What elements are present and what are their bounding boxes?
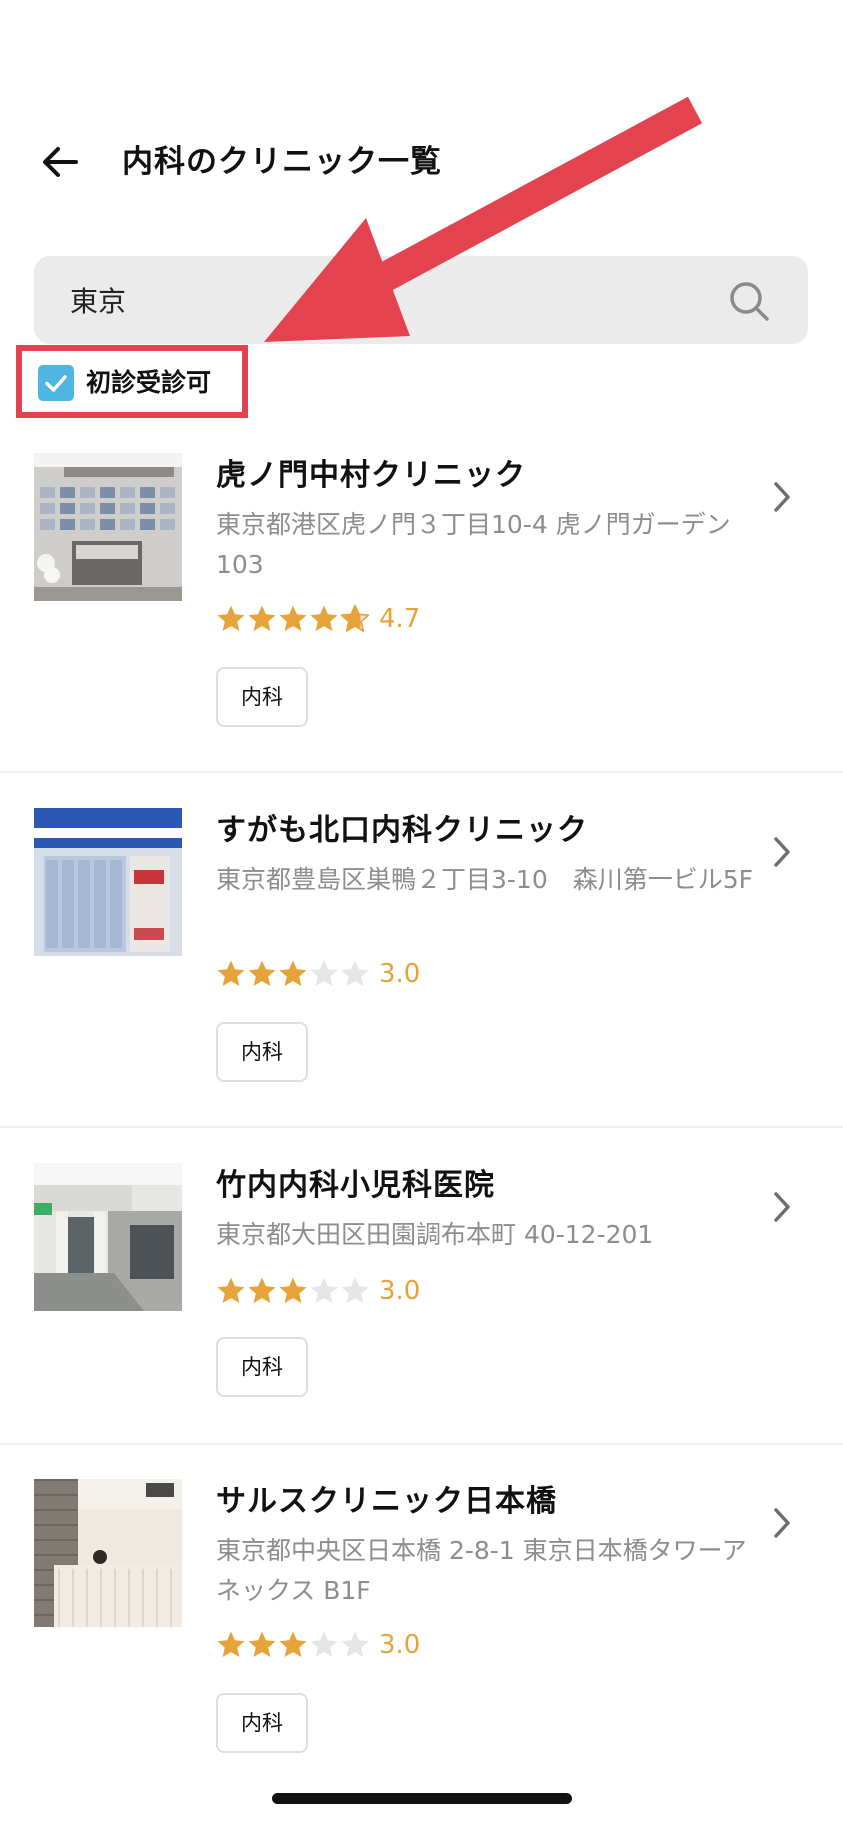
search-input[interactable]	[70, 256, 710, 344]
rating-value: 3.0	[379, 1276, 421, 1306]
star-filled-icon	[278, 604, 308, 634]
list-divider	[0, 771, 843, 773]
chevron-right-icon[interactable]	[768, 1505, 796, 1541]
first-visit-filter-label: 初診受診可	[86, 368, 212, 397]
home-indicator	[272, 1793, 572, 1804]
app-header: 内科のクリニック一覧	[0, 0, 843, 240]
check-icon	[45, 375, 67, 392]
clinic-address: 東京都中央区日本橋 2-8-1 東京日本橋タワーアネックス B1F	[216, 1536, 747, 1605]
rating-value: 3.0	[379, 1630, 421, 1660]
star-empty-icon	[309, 1276, 339, 1306]
chevron-right-icon[interactable]	[768, 834, 796, 870]
clinic-photo	[34, 1163, 182, 1311]
rating-stars: 4.7	[216, 603, 420, 639]
clinic-thumbnail	[34, 1479, 182, 1627]
clinic-thumbnail	[34, 808, 182, 956]
page-title: 内科のクリニック一覧	[122, 144, 442, 180]
star-empty-icon	[340, 1630, 370, 1660]
clinic-name: 虎ノ門中村クリニック	[216, 458, 526, 493]
star-filled-icon	[216, 604, 246, 634]
star-half-icon	[340, 604, 370, 634]
rating-stars: 3.0	[216, 958, 420, 994]
star-empty-icon	[309, 1630, 339, 1660]
clinic-photo	[34, 1479, 182, 1627]
clinic-name: 竹内内科小児科医院	[216, 1168, 495, 1203]
department-tag[interactable]: 内科	[216, 667, 308, 727]
department-tag[interactable]: 内科	[216, 1022, 308, 1082]
star-filled-icon	[247, 1630, 277, 1660]
search-icon[interactable]	[728, 280, 770, 322]
clinic-photo	[34, 808, 182, 956]
star-filled-icon	[309, 604, 339, 634]
clinic-thumbnail	[34, 453, 182, 601]
search-bar[interactable]	[34, 256, 808, 344]
star-filled-icon	[216, 1630, 246, 1660]
first-visit-checkbox[interactable]	[38, 365, 74, 401]
chevron-right-icon[interactable]	[768, 1189, 796, 1225]
rating-stars: 3.0	[216, 1629, 420, 1665]
clinic-photo	[34, 453, 182, 601]
clinic-list-item[interactable]: 竹内内科小児科医院東京都大田区田園調布本町 40-12-201 3.0 内科	[0, 1163, 843, 1517]
first-visit-filter-highlight: 初診受診可	[16, 345, 248, 418]
list-divider	[0, 1443, 843, 1445]
star-filled-icon	[247, 604, 277, 634]
star-filled-icon	[216, 959, 246, 989]
department-tag[interactable]: 内科	[216, 1337, 308, 1397]
clinic-list-item[interactable]: 虎ノ門中村クリニック東京都港区虎ノ門３丁目10-4 虎ノ門ガーデン103 4.7 内…	[0, 453, 843, 807]
clinic-list-item[interactable]: すがも北口内科クリニック東京都豊島区巣鴨２丁目3-10 森川第一ビル5F 3.0 内…	[0, 808, 843, 1162]
star-filled-icon	[247, 959, 277, 989]
star-empty-icon	[340, 959, 370, 989]
star-empty-icon	[309, 959, 339, 989]
department-tag[interactable]: 内科	[216, 1693, 308, 1753]
clinic-list-item[interactable]: サルスクリニック日本橋東京都中央区日本橋 2-8-1 東京日本橋タワーアネックス…	[0, 1479, 843, 1824]
star-empty-icon	[340, 1276, 370, 1306]
clinic-address: 東京都豊島区巣鴨２丁目3-10 森川第一ビル5F	[216, 865, 754, 894]
rating-stars: 3.0	[216, 1275, 420, 1311]
star-filled-icon	[278, 1630, 308, 1660]
star-filled-icon	[216, 1276, 246, 1306]
star-filled-icon	[278, 959, 308, 989]
clinic-name: すがも北口内科クリニック	[216, 813, 588, 848]
list-divider	[0, 1126, 843, 1128]
chevron-right-icon[interactable]	[768, 479, 796, 515]
clinic-thumbnail	[34, 1163, 182, 1311]
star-filled-icon	[247, 1276, 277, 1306]
clinic-name: サルスクリニック日本橋	[216, 1484, 557, 1519]
rating-value: 3.0	[379, 959, 421, 989]
star-filled-icon	[278, 1276, 308, 1306]
clinic-address: 東京都港区虎ノ門３丁目10-4 虎ノ門ガーデン103	[216, 510, 731, 579]
rating-value: 4.7	[379, 604, 421, 634]
arrow-left-icon[interactable]	[36, 138, 84, 186]
clinic-address: 東京都大田区田園調布本町 40-12-201	[216, 1220, 654, 1249]
